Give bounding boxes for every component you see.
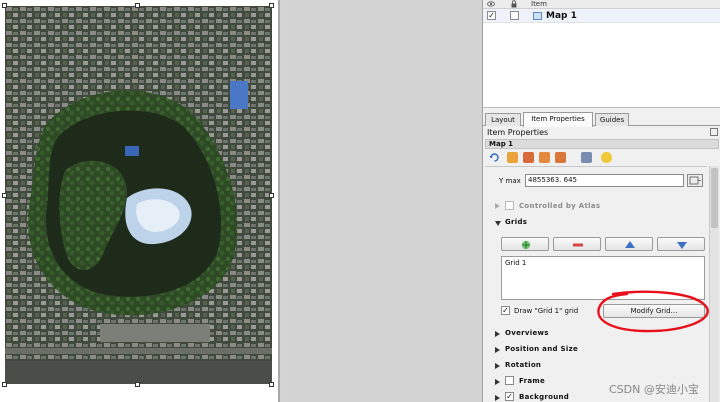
background-checkbox[interactable]: ✓ (505, 392, 514, 401)
resize-handle[interactable] (269, 382, 274, 387)
section-position-and-size[interactable]: Position and Size (505, 345, 578, 353)
draw-grid-checkbox[interactable]: ✓ (501, 306, 510, 315)
satellite-map-image (5, 6, 272, 384)
move-grid-up-button[interactable] (605, 237, 653, 251)
lock-icon[interactable] (510, 0, 518, 8)
items-list-header: Item (483, 0, 720, 9)
plus-icon (521, 240, 531, 250)
y-max-input[interactable]: 4855363. 645 (525, 174, 684, 187)
map-item-icon (533, 12, 542, 20)
layout-canvas[interactable] (0, 0, 283, 402)
y-max-label: Y max (499, 177, 521, 185)
float-panel-icon[interactable] (710, 128, 718, 136)
resize-handle[interactable] (2, 3, 7, 8)
map-item-satellite[interactable] (5, 6, 272, 384)
tab-guides[interactable]: Guides (595, 113, 629, 126)
column-header-item[interactable]: Item (531, 0, 547, 8)
layout-page[interactable] (0, 0, 280, 402)
add-grid-button[interactable] (501, 237, 549, 251)
view-extent-icon[interactable] (523, 152, 534, 163)
resize-handle[interactable] (2, 382, 7, 387)
arrow-down-icon (677, 242, 687, 249)
list-item[interactable]: ✓ Map 1 (483, 9, 720, 23)
resize-handle[interactable] (2, 193, 7, 198)
tab-layout[interactable]: Layout (485, 113, 521, 126)
lock-checkbox[interactable] (510, 11, 519, 20)
resize-handle[interactable] (269, 3, 274, 8)
collapse-arrow-icon[interactable] (495, 221, 501, 226)
refresh-icon[interactable] (489, 152, 500, 163)
panel-tabs: Layout Item Properties Guides (483, 112, 720, 127)
section-rotation[interactable]: Rotation (505, 361, 541, 369)
move-grid-down-button[interactable] (657, 237, 705, 251)
list-item[interactable]: Grid 1 (505, 259, 526, 267)
remove-grid-button[interactable] (553, 237, 601, 251)
grids-section-label[interactable]: Grids (505, 218, 527, 226)
controlled-by-atlas-label: Controlled by Atlas (519, 202, 601, 210)
grid-list[interactable]: Grid 1 (501, 256, 705, 300)
section-overviews[interactable]: Overviews (505, 329, 549, 337)
properties-scroll-area[interactable]: Y max 4855363. 645 Controlled by Atlas G… (485, 166, 707, 402)
section-background[interactable]: Background (519, 393, 569, 401)
expand-arrow-icon[interactable] (495, 203, 500, 209)
minus-icon (573, 243, 583, 247)
eye-icon[interactable] (487, 0, 495, 8)
canvas-background (283, 0, 482, 402)
expand-arrow-icon[interactable] (495, 363, 500, 369)
expand-arrow-icon[interactable] (495, 347, 500, 353)
frame-checkbox[interactable] (505, 376, 514, 385)
layer-lock-icon[interactable] (539, 152, 550, 163)
set-extent-icon[interactable] (507, 152, 518, 163)
style-lock-icon[interactable] (555, 152, 566, 163)
tab-item-properties[interactable]: Item Properties (523, 112, 593, 127)
scrollbar-thumb[interactable] (711, 168, 718, 228)
label-settings-icon[interactable] (601, 152, 612, 163)
controlled-by-atlas-checkbox[interactable] (505, 201, 514, 210)
resize-handle[interactable] (269, 193, 274, 198)
item-name-bar: Map 1 (485, 139, 719, 149)
map-toolbar (487, 152, 627, 164)
panel-title: Item Properties (487, 128, 549, 137)
items-list: Item ✓ Map 1 (483, 0, 720, 108)
draw-grid-label: Draw "Grid 1" grid (514, 307, 579, 315)
watermark-text: CSDN @安迪小宝 (609, 383, 699, 396)
visible-checkbox[interactable]: ✓ (487, 11, 496, 20)
resize-handle[interactable] (135, 3, 140, 8)
resize-handle[interactable] (135, 382, 140, 387)
expand-arrow-icon[interactable] (495, 395, 500, 401)
expand-arrow-icon[interactable] (495, 379, 500, 385)
data-defined-override-button[interactable] (687, 174, 703, 187)
right-dock-panel: Item ✓ Map 1 Layout Item Properties Guid… (482, 0, 720, 402)
arrow-up-icon (625, 241, 635, 248)
bookmark-icon[interactable] (581, 152, 592, 163)
item-name: Map 1 (489, 140, 514, 148)
vertical-scrollbar[interactable] (709, 166, 719, 402)
item-label[interactable]: Map 1 (546, 11, 577, 21)
expand-arrow-icon[interactable] (495, 331, 500, 337)
section-frame[interactable]: Frame (519, 377, 545, 385)
modify-grid-button[interactable]: Modify Grid… (603, 304, 705, 318)
